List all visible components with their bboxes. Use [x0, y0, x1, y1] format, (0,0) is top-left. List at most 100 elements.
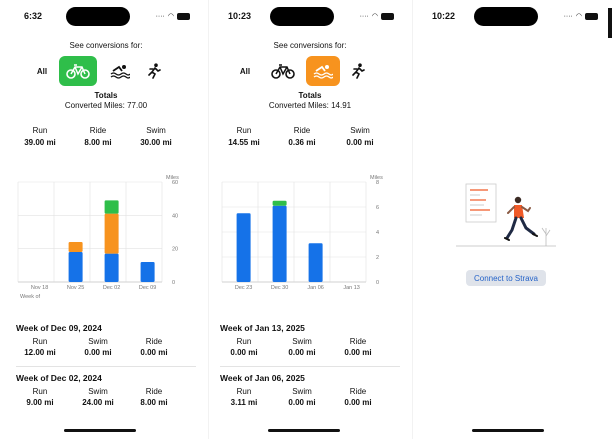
week-col-label: Ride [145, 337, 163, 346]
x-tick-label: Dec 02 [103, 285, 120, 291]
summary-value: 39.00 mi [24, 138, 56, 147]
week-col-label: Ride [349, 337, 367, 346]
see-conversions-label: See conversions for: [69, 41, 143, 50]
run-icon [148, 63, 161, 79]
status-bar: 6:32 ···· ◠ [8, 0, 204, 32]
summary-swim: Swim 0.00 mi [330, 126, 390, 147]
week-col-value: 0.00 mi [288, 348, 316, 357]
week-title: Week of Jan 06, 2025 [220, 373, 305, 383]
bar-segment-run [236, 213, 251, 282]
filter-all-label: All [239, 66, 251, 76]
bar-segment-run [308, 243, 323, 282]
bar-segment-run [140, 262, 155, 282]
week-col-value: 0.00 mi [230, 348, 258, 357]
totals-summary: Run 14.55 mi Ride 0.36 mi Swim 0.00 mi [212, 126, 408, 150]
week-col-run: Run 3.11 mi [216, 387, 272, 407]
x-tick-label: Dec 09 [139, 285, 156, 291]
summary-label: Run [32, 126, 48, 135]
summary-run: Run 14.55 mi [214, 126, 274, 147]
summary-label: Run [236, 126, 252, 135]
week-col-label: Ride [349, 387, 367, 396]
week-col-ride: Ride 8.00 mi [126, 387, 182, 407]
week-col-value: 0.00 mi [140, 348, 168, 357]
x-tick-label: Nov 18 [31, 285, 48, 291]
divider [208, 0, 209, 439]
week-col-value: 0.00 mi [344, 398, 372, 407]
phone-screen-3: 10:22 ···· ◠ Connect to Strava [416, 0, 612, 439]
home-indicator[interactable] [268, 429, 340, 432]
week-title: Week of Dec 02, 2024 [16, 373, 102, 383]
week-col-value: 0.00 mi [288, 398, 316, 407]
summary-value: 0.00 mi [346, 138, 374, 147]
week-col-value: 3.11 mi [230, 398, 258, 407]
x-tick-label: Dec 23 [235, 285, 252, 291]
filter-all-button[interactable]: All [233, 56, 257, 86]
week-col-label: Ride [145, 387, 163, 396]
swim-icon [313, 65, 333, 79]
signal-icon: ···· [155, 12, 165, 20]
week-col-value: 24.00 mi [82, 398, 114, 407]
phone-screen-1: 6:32 ···· ◠ See conversions for: All Tota… [8, 0, 204, 439]
summary-value: 30.00 mi [140, 138, 172, 147]
bar-segment-ride [272, 200, 287, 206]
filter-all-label: All [36, 66, 48, 76]
home-indicator[interactable] [64, 429, 136, 432]
summary-value: 14.55 mi [228, 138, 260, 147]
divider [16, 366, 196, 367]
dynamic-island [474, 7, 538, 26]
bar-segment-swim [104, 213, 119, 254]
week-col-ride: Ride 0.00 mi [330, 337, 386, 357]
bar-segment-swim [68, 242, 83, 252]
y-tick-label: 8 [376, 180, 379, 186]
bar-segment-run [68, 252, 83, 282]
battery-icon [585, 12, 598, 20]
week-col-value: 0.00 mi [344, 348, 372, 357]
y-tick-label: 20 [172, 247, 178, 253]
y-tick-label: 60 [172, 180, 178, 186]
battery-icon [381, 12, 394, 20]
y-tick-label: 40 [172, 213, 178, 219]
filter-swim-button[interactable] [105, 56, 135, 86]
week-col-label: Run [32, 337, 48, 346]
week-title: Week of Dec 09, 2024 [16, 323, 102, 333]
summary-label: Ride [293, 126, 311, 135]
week-col-value: 9.00 mi [26, 398, 54, 407]
side-button [608, 8, 612, 38]
wifi-icon: ◠ [167, 13, 174, 20]
dynamic-island [66, 7, 130, 26]
filter-all-button[interactable]: All [30, 56, 54, 86]
bar-segment-ride [104, 200, 119, 214]
week-col-value: 8.00 mi [140, 398, 168, 407]
sport-filter: All [8, 56, 204, 86]
week-col-label: Run [236, 337, 252, 346]
wifi-icon: ◠ [371, 13, 378, 20]
connect-strava-button[interactable]: Connect to Strava [466, 270, 546, 286]
week-col-value: 0.00 mi [84, 348, 112, 357]
filter-swim-button[interactable] [306, 56, 340, 86]
system-icons: ···· ◠ [564, 12, 598, 20]
summary-label: Ride [89, 126, 107, 135]
battery-icon [177, 12, 190, 20]
filter-run-button[interactable] [141, 56, 167, 86]
converted-miles: Converted Miles: 77.00 [64, 101, 148, 110]
runner-illustration [456, 183, 556, 247]
dynamic-island [270, 7, 334, 26]
sport-filter: All [212, 56, 408, 86]
weekly-miles-chart: Miles 0 20 40 60 Nov 18 Nov 25 Dec 02 Dec 09 Week… [12, 172, 188, 302]
totals-label: Totals [94, 91, 118, 100]
bike-icon [271, 64, 295, 79]
x-tick-label: Nov 25 [67, 285, 84, 291]
filter-ride-button[interactable] [267, 56, 299, 86]
home-indicator[interactable] [472, 429, 544, 432]
see-conversions-label: See conversions for: [273, 41, 347, 50]
filter-ride-button[interactable] [59, 56, 97, 86]
summary-run: Run 39.00 mi [10, 126, 70, 147]
summary-swim: Swim 30.00 mi [126, 126, 186, 147]
filter-run-button[interactable] [345, 56, 371, 86]
summary-ride: Ride 0.36 mi [272, 126, 332, 147]
y-tick-label: 4 [376, 230, 379, 236]
divider [220, 366, 400, 367]
status-bar: 10:23 ···· ◠ [212, 0, 408, 32]
clock: 10:23 [228, 11, 252, 21]
week-col-label: Run [236, 387, 252, 396]
